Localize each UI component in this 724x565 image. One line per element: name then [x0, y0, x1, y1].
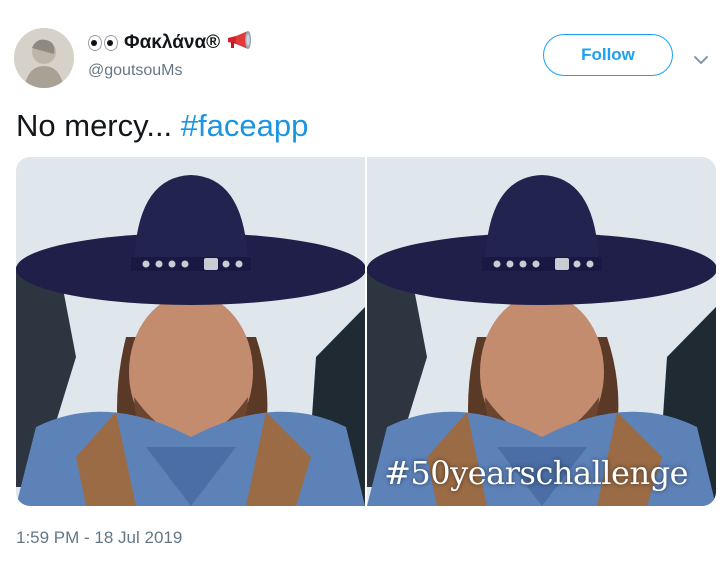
chevron-down-icon[interactable]	[693, 52, 709, 64]
photo-right[interactable]: #50yearschallenge	[367, 157, 716, 506]
display-name[interactable]: Φακλάνα®	[124, 32, 220, 54]
tweet-body-text: No mercy...	[16, 108, 173, 143]
overlay-hashtag: #50yearschallenge	[384, 454, 688, 492]
follow-button[interactable]: Follow	[543, 34, 673, 76]
hashtag-link[interactable]: #faceapp	[181, 108, 309, 143]
tweet-text: No mercy... #faceapp	[16, 108, 308, 144]
avatar[interactable]	[14, 28, 74, 88]
user-handle[interactable]: @goutsouMs	[88, 62, 183, 80]
megaphone-emoji-icon	[226, 30, 256, 56]
tweet-timestamp[interactable]: 1:59 PM - 18 Jul 2019	[16, 528, 182, 548]
media-grid: #50yearschallenge	[16, 157, 716, 506]
display-name-row[interactable]: Φακλάνα®	[88, 30, 256, 56]
eyes-emoji-icon	[88, 35, 118, 51]
photo-left[interactable]	[16, 157, 365, 506]
